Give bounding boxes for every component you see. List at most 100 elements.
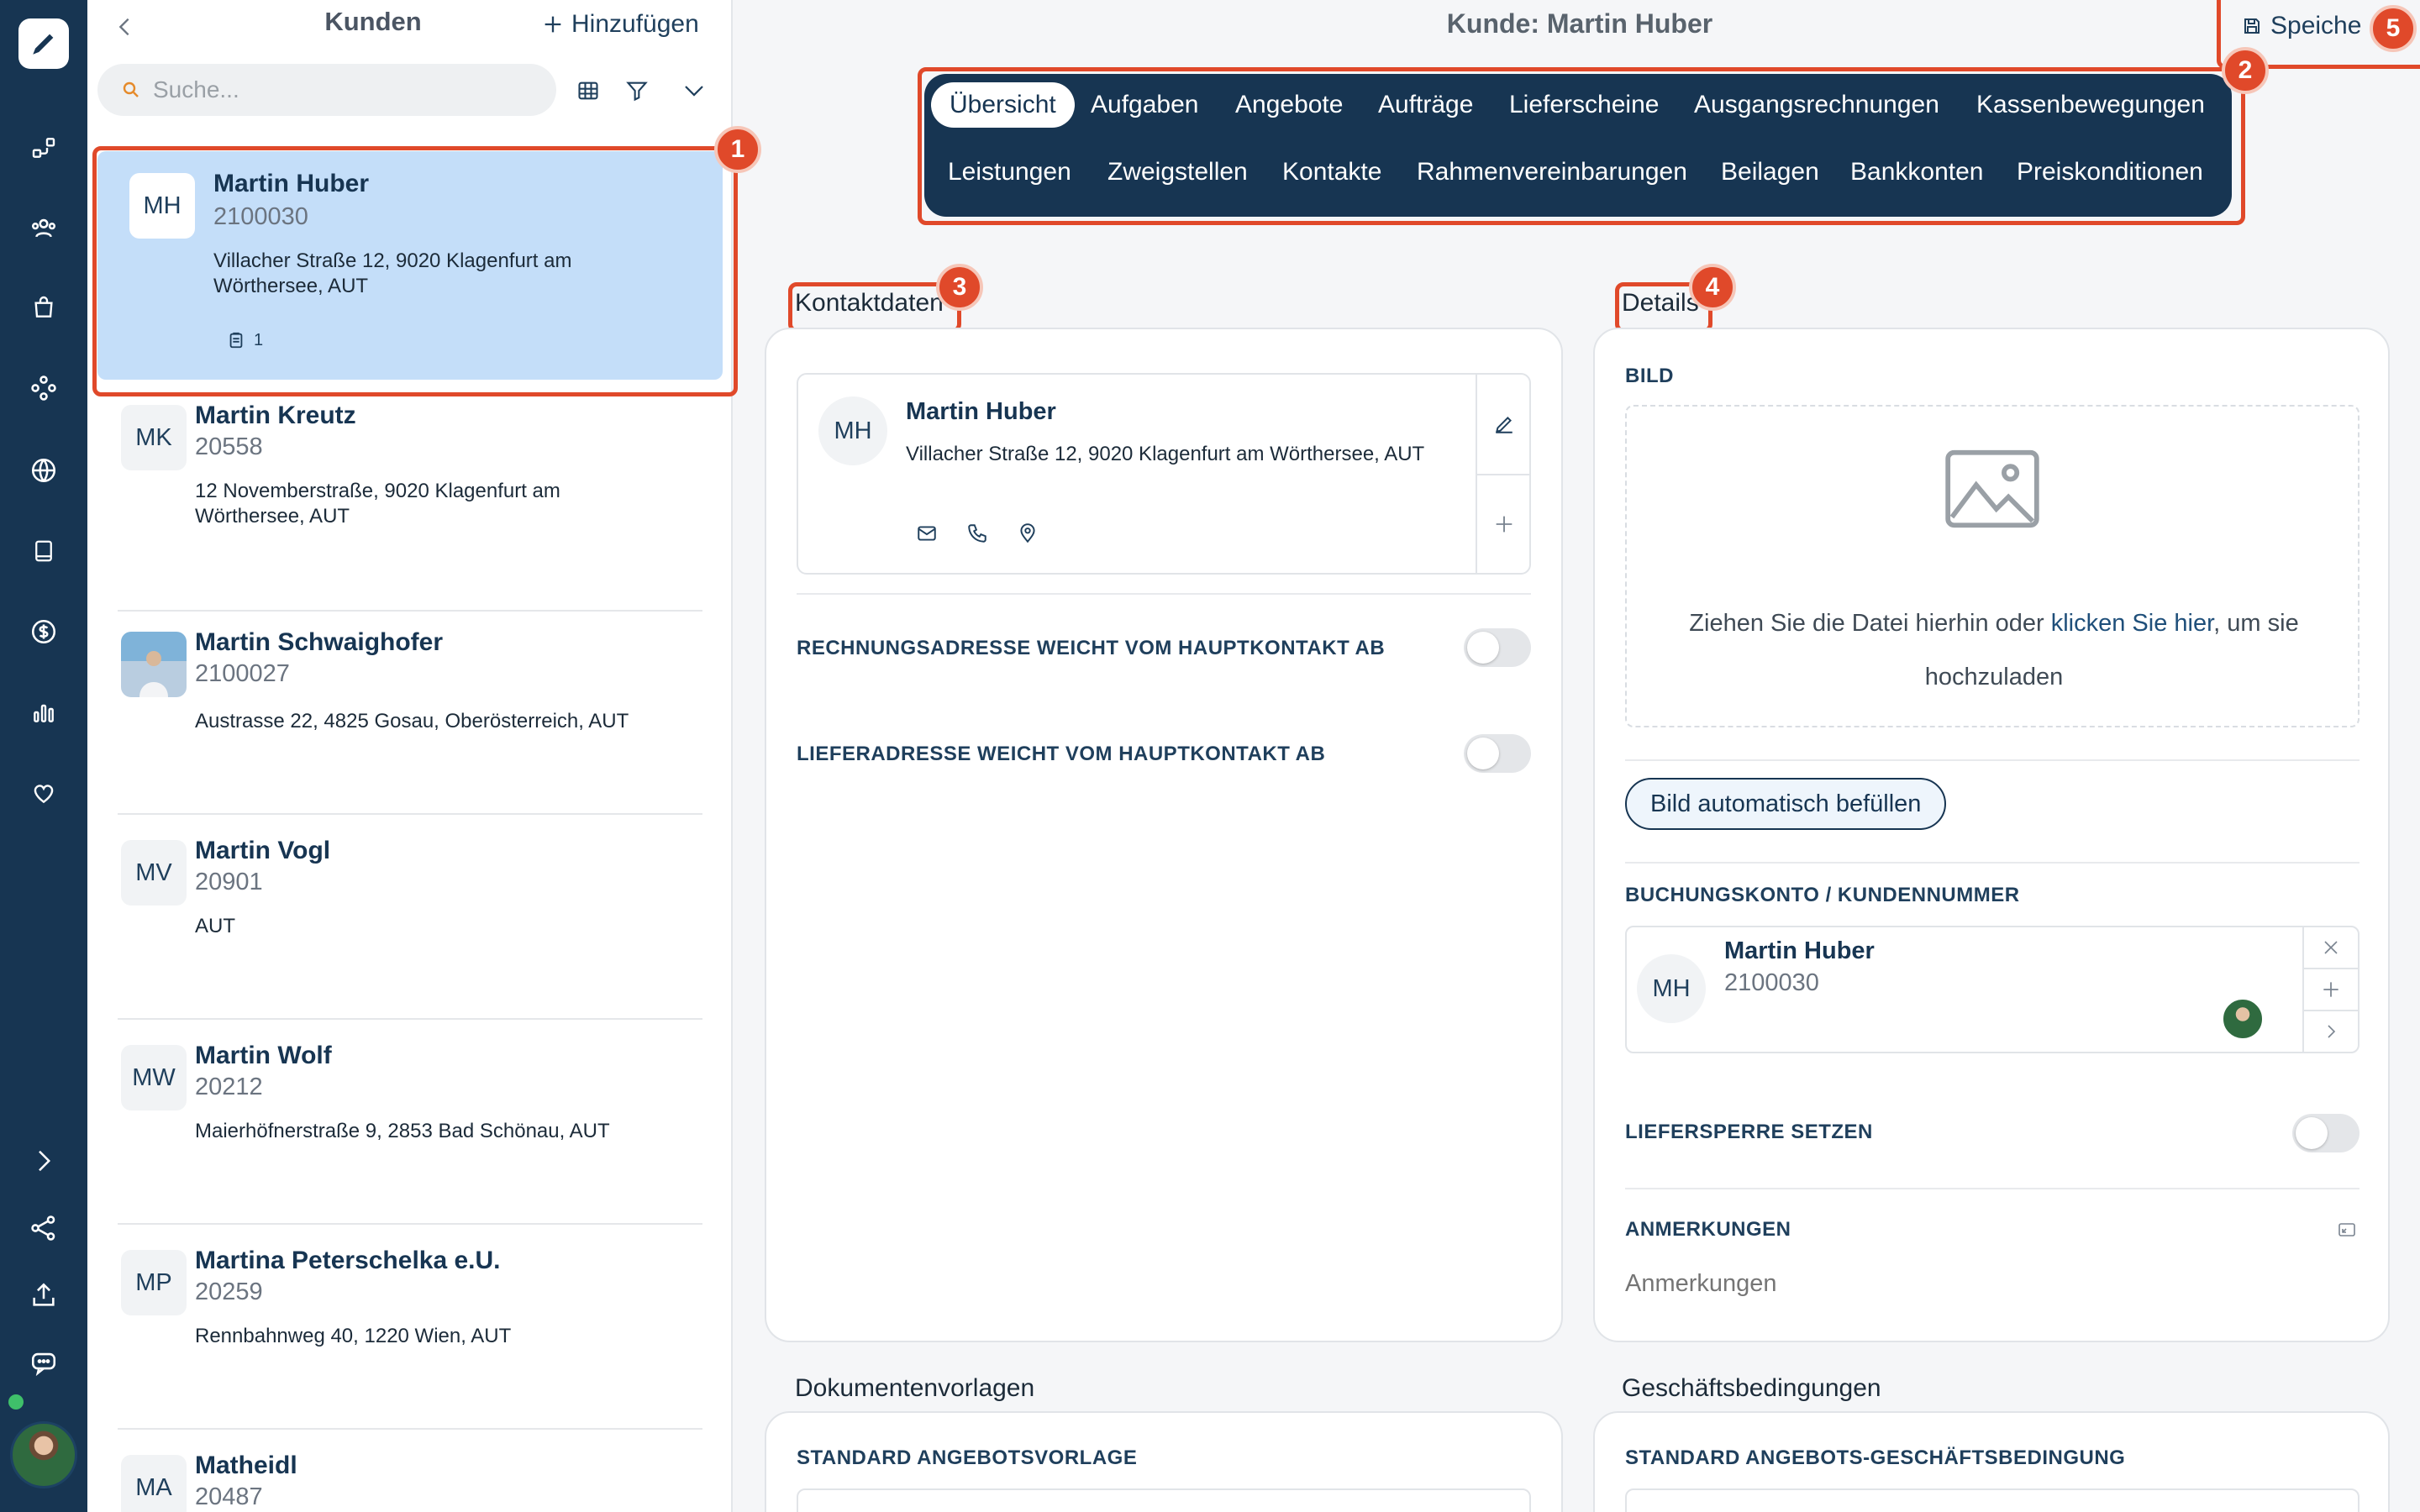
delivery-address-toggle[interactable] (1464, 734, 1531, 773)
customer-number: 20901 (195, 869, 263, 895)
book-icon[interactable] (27, 534, 60, 568)
customer-address: Maierhöfnerstraße 9, 2853 Bad Schönau, A… (195, 1120, 610, 1142)
assigned-user-avatar (2222, 998, 2264, 1040)
list-divider (118, 1018, 702, 1020)
account-label: BUCHUNGSKONTO / KUNDENNUMMER (1625, 884, 2020, 906)
divider (797, 593, 1531, 595)
account-number: 2100030 (1724, 969, 1819, 996)
customer-card[interactable]: MK Martin Kreutz 20558 12 Novemberstraße… (118, 395, 702, 588)
details-panel: BILD Ziehen Sie die Datei hierhin oder k… (1593, 328, 2390, 1342)
close-icon (2324, 941, 2338, 954)
contact-avatar: MH (818, 396, 887, 465)
customer-card[interactable]: Martin Schwaighofer 2100027 Austrasse 22… (118, 620, 702, 805)
customer-avatar: MK (121, 405, 187, 470)
expand-notes-icon[interactable] (2336, 1220, 2358, 1240)
dropzone-text: Ziehen Sie die Datei hierhin oder klicke… (1652, 596, 2336, 704)
phone-icon[interactable] (966, 522, 988, 544)
customer-address: Austrasse 22, 4825 Gosau, Oberösterreich… (195, 710, 629, 732)
customer-address: Rennbahnweg 40, 1220 Wien, AUT (195, 1325, 512, 1347)
add-contact-button[interactable] (1476, 475, 1531, 573)
default-offer-template-label: STANDARD ANGEBOTSVORLAGE (797, 1446, 1138, 1469)
plus-icon (1496, 516, 1512, 533)
contact-name: Martin Huber (906, 398, 1056, 425)
notes-input[interactable] (1625, 1270, 2360, 1298)
image-dropzone[interactable]: Ziehen Sie die Datei hierhin oder klicke… (1625, 405, 2360, 727)
customer-number: 20259 (195, 1278, 263, 1305)
default-offer-terms-field[interactable] (1625, 1488, 2360, 1512)
account-card[interactable]: MH Martin Huber 2100030 (1625, 926, 2360, 1053)
customer-card[interactable]: MA Matheidl 20487 (118, 1438, 702, 1512)
filter-icon[interactable] (622, 76, 652, 106)
users-icon[interactable] (27, 212, 60, 245)
customer-number: 20212 (195, 1074, 263, 1100)
customer-avatar: MW (121, 1045, 187, 1110)
default-offer-terms-label: STANDARD ANGEBOTS-GESCHÄFTSBEDINGUNG (1625, 1446, 2126, 1469)
clear-account-button[interactable] (2302, 927, 2358, 969)
online-status-dot (8, 1394, 24, 1410)
edit-contact-button[interactable] (1476, 375, 1531, 475)
terms-section-title: Geschäftsbedingungen (1622, 1374, 1881, 1402)
user-avatar[interactable] (10, 1421, 77, 1488)
delivery-address-label: LIEFERADRESSE WEICHT VOM HAUPTKONTAKT AB (797, 743, 1326, 765)
customer-name: Martin Schwaighofer (195, 628, 444, 656)
customer-address: 12 Novemberstraße, 9020 Klagenfurt am Wö… (195, 480, 560, 528)
page-title: Kunde: Martin Huber (1446, 8, 1713, 39)
chevron-down-icon[interactable] (679, 76, 709, 106)
customer-address: AUT (195, 915, 235, 937)
upload-icon[interactable] (27, 1278, 60, 1312)
customer-card[interactable]: MP Martina Peterschelka e.U. 20259 Rennb… (118, 1233, 702, 1418)
customer-card[interactable]: MW Martin Wolf 20212 Maierhöfnerstraße 9… (118, 1028, 702, 1213)
bag-icon[interactable] (27, 291, 60, 324)
default-offer-template-field[interactable] (797, 1488, 1531, 1512)
customer-avatar: MP (121, 1250, 187, 1315)
marker-badge: 2 (2222, 47, 2269, 94)
customer-number: 20487 (195, 1483, 263, 1510)
search-field[interactable] (97, 64, 556, 116)
customer-card[interactable]: MV Martin Vogl 20901 AUT (118, 823, 702, 1008)
divider (1625, 1188, 2360, 1189)
heart-icon[interactable] (27, 776, 60, 810)
account-name: Martin Huber (1724, 937, 1875, 964)
globe-icon[interactable] (27, 454, 60, 487)
expand-icon[interactable] (27, 1144, 60, 1178)
main-contact-card[interactable]: MH Martin Huber Villacher Straße 12, 902… (797, 373, 1531, 575)
contact-panel: MH Martin Huber Villacher Straße 12, 902… (765, 328, 1563, 1342)
location-pin-icon[interactable] (1017, 522, 1039, 544)
marker-badge: 1 (714, 126, 761, 173)
delivery-block-toggle[interactable] (2292, 1114, 2360, 1152)
add-customer-button[interactable]: Hinzufügen (541, 10, 699, 39)
add-account-button[interactable] (2302, 969, 2358, 1011)
table-view-icon[interactable] (573, 76, 603, 106)
search-input[interactable] (153, 76, 506, 103)
delivery-block-label: LIEFERSPERRE SETZEN (1625, 1121, 1873, 1143)
dollar-icon[interactable] (27, 615, 60, 648)
list-header: Kunden Hinzufügen (87, 0, 731, 54)
marker-badge: 3 (936, 264, 983, 311)
chat-icon[interactable] (27, 1346, 60, 1379)
list-divider (118, 1428, 702, 1430)
billing-address-label: RECHNUNGSADRESSE WEICHT VOM HAUPTKONTAKT… (797, 637, 1386, 659)
contact-address: Villacher Straße 12, 9020 Klagenfurt am … (906, 443, 1425, 465)
templates-panel: STANDARD ANGEBOTSVORLAGE (765, 1411, 1563, 1512)
customer-name: Martin Vogl (195, 837, 331, 864)
back-chevron-icon[interactable] (113, 12, 136, 42)
chevron-right-icon (2328, 1025, 2336, 1038)
marker-badge: 4 (1689, 264, 1736, 311)
open-account-button[interactable] (2302, 1011, 2358, 1052)
marker-badge: 5 (2370, 5, 2417, 52)
upload-link[interactable]: klicken Sie hier (2051, 610, 2213, 637)
billing-address-toggle[interactable] (1464, 628, 1531, 667)
list-divider (118, 813, 702, 815)
share-icon[interactable] (27, 1211, 60, 1245)
divider (1625, 862, 2360, 864)
modules-icon[interactable] (27, 371, 60, 405)
pen-icon[interactable] (18, 18, 69, 69)
chart-icon[interactable] (27, 696, 60, 729)
highlight-tab-bar (918, 67, 2245, 225)
app-sidebar (0, 0, 87, 1512)
autofill-image-button[interactable]: Bild automatisch befüllen (1625, 778, 1947, 830)
customer-name: Matheidl (195, 1452, 297, 1479)
mail-icon[interactable] (916, 522, 938, 544)
plus-icon (544, 16, 561, 33)
flow-icon[interactable] (27, 131, 60, 165)
